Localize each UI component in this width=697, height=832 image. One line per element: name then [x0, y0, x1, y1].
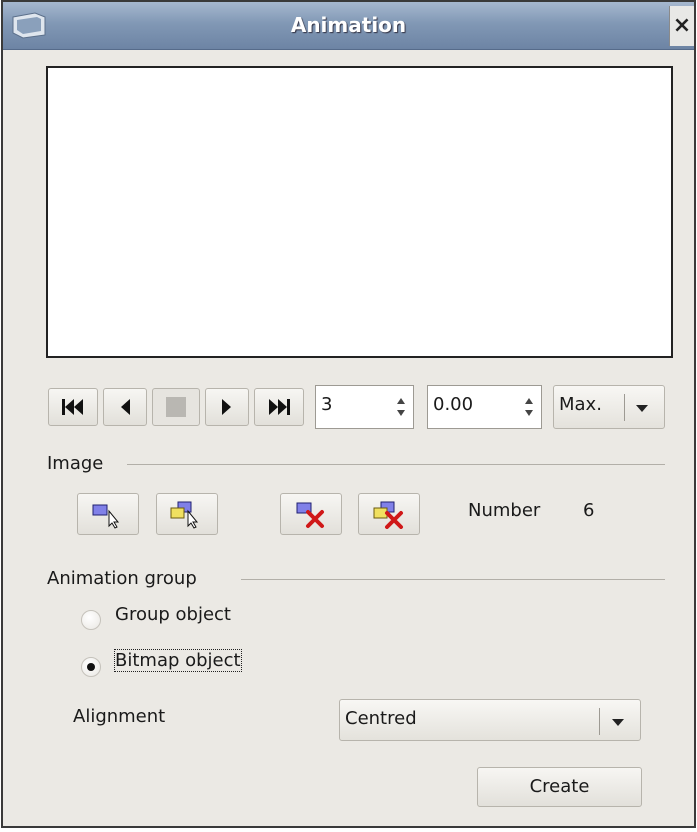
image-number-spinbox[interactable]: 3 [315, 385, 414, 429]
backwards-button[interactable] [103, 388, 147, 426]
stop-button[interactable] [152, 388, 200, 426]
image-count-value: 6 [583, 500, 595, 521]
delete-current-image-icon [296, 502, 324, 528]
apply-objects-individually-icon [170, 501, 199, 529]
close-button[interactable]: × [669, 6, 694, 46]
first-image-button[interactable] [48, 388, 98, 426]
title-bar[interactable]: Animation × [3, 2, 694, 50]
animation-dialog: Animation × 3 0.00 Max. Image Number 6 A… [1, 0, 696, 828]
close-icon: × [672, 13, 692, 38]
spin-arrows-icon[interactable] [523, 394, 535, 420]
get-selected-object-button[interactable] [77, 493, 139, 535]
get-objects-individually-button[interactable] [156, 493, 218, 535]
alignment-label: Alignment [73, 706, 166, 727]
last-frame-icon [269, 399, 290, 415]
bitmap-object-label[interactable]: Bitmap object [114, 649, 242, 672]
loop-count-select[interactable]: Max. [553, 385, 665, 429]
animation-group-label: Animation group [47, 568, 197, 589]
play-button[interactable] [205, 388, 249, 426]
first-frame-icon [62, 399, 83, 415]
loop-count-value: Max. [559, 394, 602, 415]
play-backward-icon [121, 399, 130, 415]
last-image-button[interactable] [254, 388, 304, 426]
bitmap-object-radio[interactable] [81, 657, 101, 677]
window-title: Animation [290, 13, 407, 37]
create-label: Create [529, 776, 590, 797]
delete-all-images-icon [373, 501, 403, 529]
image-group-label: Image [47, 453, 104, 474]
delete-all-images-button[interactable] [358, 493, 420, 535]
chevron-down-icon [636, 405, 648, 412]
duration-value: 0.00 [433, 394, 474, 415]
stop-icon [166, 397, 186, 417]
group-object-radio[interactable] [81, 610, 101, 630]
animation-preview [46, 66, 673, 358]
image-count-label: Number [468, 500, 541, 521]
image-group-divider [127, 464, 665, 465]
duration-spinbox[interactable]: 0.00 [427, 385, 542, 429]
chevron-down-icon [612, 719, 624, 726]
play-icon [222, 399, 231, 415]
spin-arrows-icon[interactable] [395, 394, 407, 420]
image-number-value: 3 [321, 394, 333, 415]
group-object-label[interactable]: Group object [115, 604, 231, 625]
apply-object-icon [92, 504, 120, 529]
alignment-select[interactable]: Centred [339, 699, 641, 741]
create-button[interactable]: Create [477, 767, 642, 807]
delete-current-image-button[interactable] [280, 493, 342, 535]
animation-group-divider [241, 579, 665, 580]
alignment-value: Centred [345, 708, 417, 729]
